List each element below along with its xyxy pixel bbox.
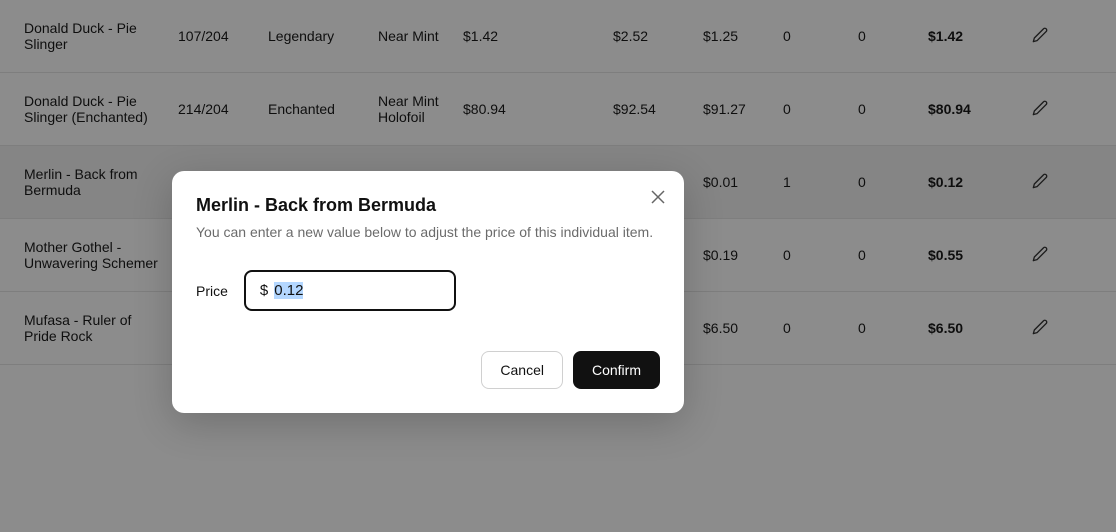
price-label: Price [196,283,228,299]
confirm-button[interactable]: Confirm [573,351,660,389]
cancel-button[interactable]: Cancel [481,351,563,389]
price-field-row: Price $ [196,270,660,311]
price-edit-modal: Merlin - Back from Bermuda You can enter… [172,171,684,413]
price-input-wrapper[interactable]: $ [244,270,456,311]
modal-overlay: Merlin - Back from Bermuda You can enter… [0,0,1116,532]
currency-symbol: $ [260,282,268,299]
modal-description: You can enter a new value below to adjus… [196,222,660,242]
price-input[interactable] [274,282,440,299]
close-icon[interactable] [648,187,668,207]
modal-actions: Cancel Confirm [196,351,660,389]
modal-title: Merlin - Back from Bermuda [196,195,660,216]
